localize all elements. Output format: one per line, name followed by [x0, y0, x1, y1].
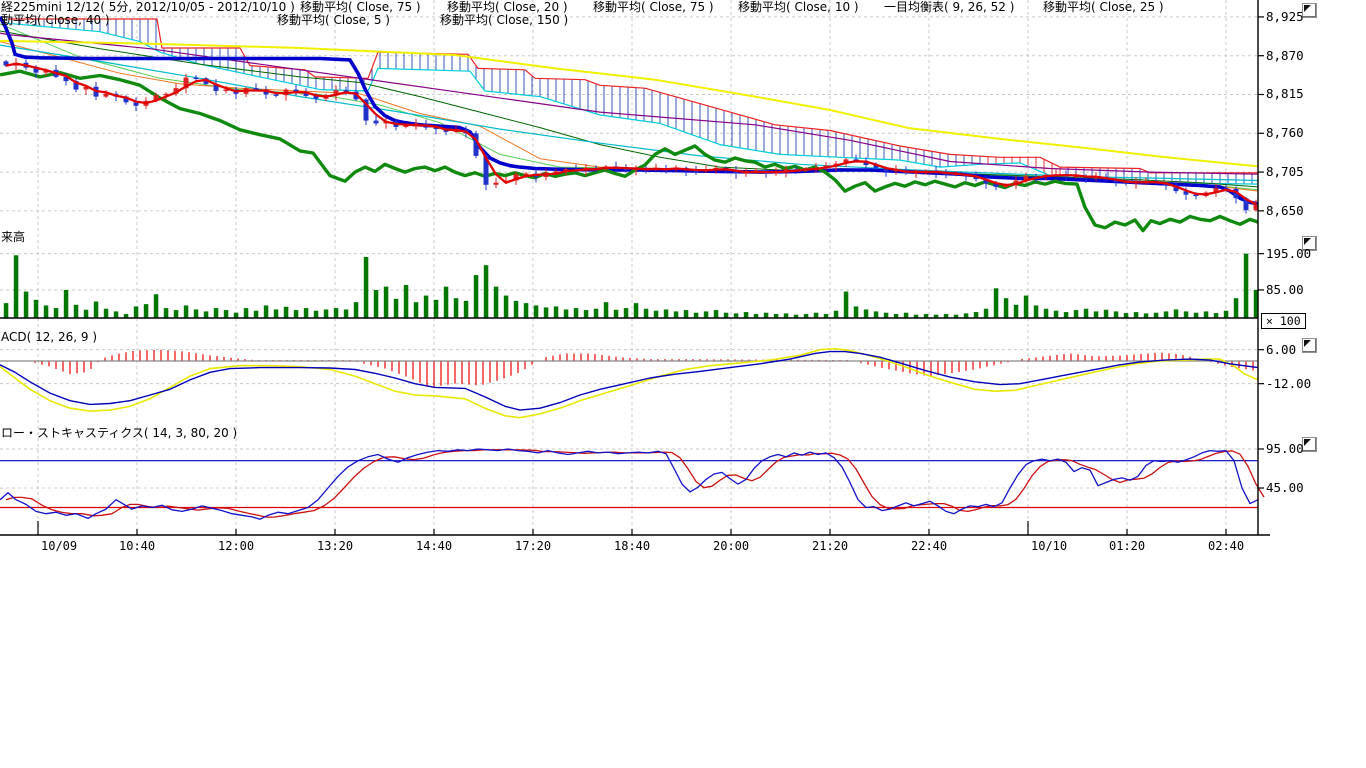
- x-axis-tick-label: 13:20: [317, 540, 353, 553]
- y-axis-tick-label: 8,870: [1266, 49, 1304, 62]
- header-indicator-label: 移動平均( Close, 75 ): [593, 1, 714, 14]
- header-indicator-label: 移動平均( Close, 25 ): [1043, 1, 1164, 14]
- volume-panel-label: 来高: [1, 231, 25, 244]
- y-axis-tick-label: 8,925: [1266, 10, 1304, 23]
- header-indicator-label: 移動平均( Close, 150 ): [440, 14, 568, 27]
- x-axis-tick-label: 10/10: [1031, 540, 1067, 553]
- macd-panel-label: ACD( 12, 26, 9 ): [1, 331, 97, 344]
- header-indicator-label: 一目均衡表( 9, 26, 52 ): [884, 1, 1014, 14]
- price-panel-restore-button[interactable]: [1302, 3, 1317, 18]
- x-axis-tick-label: 22:40: [911, 540, 947, 553]
- x-axis-tick-label: 01:20: [1109, 540, 1145, 553]
- stoch-panel-restore-button[interactable]: [1302, 437, 1317, 452]
- restore-arrow-icon: [1304, 238, 1311, 245]
- x-axis-tick-label: 10/09: [41, 540, 77, 553]
- stochastics-panel-label: ロー・ストキャスティクス( 14, 3, 80, 20 ): [1, 427, 237, 440]
- y-axis-tick-label: 195.00: [1266, 247, 1311, 260]
- x-axis-tick-label: 10:40: [119, 540, 155, 553]
- y-axis-tick-label: 95.00: [1266, 442, 1304, 455]
- y-axis-tick-label: 6.00: [1266, 343, 1296, 356]
- x-axis-tick-label: 20:00: [713, 540, 749, 553]
- macd-panel-restore-button[interactable]: [1302, 338, 1317, 353]
- restore-arrow-icon: [1304, 340, 1311, 347]
- y-axis-tick-label: 8,705: [1266, 165, 1304, 178]
- x-axis-tick-label: 17:20: [515, 540, 551, 553]
- header-indicator-label: 動平均( Close, 40 ): [1, 14, 110, 27]
- header-indicator-label: 移動平均( Close, 5 ): [277, 14, 390, 27]
- x-axis-tick-label: 21:20: [812, 540, 848, 553]
- restore-arrow-icon: [1304, 5, 1311, 12]
- y-axis-tick-label: -12.00: [1266, 377, 1311, 390]
- header-indicator-label: 移動平均( Close, 10 ): [738, 1, 859, 14]
- x-axis-tick-label: 12:00: [218, 540, 254, 553]
- y-axis-tick-label: 85.00: [1266, 283, 1304, 296]
- x-axis-tick-label: 18:40: [614, 540, 650, 553]
- restore-arrow-icon: [1304, 439, 1311, 446]
- y-axis-tick-label: 8,650: [1266, 204, 1304, 217]
- volume-multiplier-badge: × 100: [1261, 313, 1306, 329]
- y-axis-tick-label: 8,760: [1266, 126, 1304, 139]
- y-axis-tick-label: 45.00: [1266, 481, 1304, 494]
- chart-canvas: [0, 0, 1366, 560]
- x-axis-tick-label: 14:40: [416, 540, 452, 553]
- chart-application-window: 来高 ACD( 12, 26, 9 ) ロー・ストキャスティクス( 14, 3,…: [0, 0, 1366, 768]
- y-axis-tick-label: 8,815: [1266, 87, 1304, 100]
- x-axis-tick-label: 02:40: [1208, 540, 1244, 553]
